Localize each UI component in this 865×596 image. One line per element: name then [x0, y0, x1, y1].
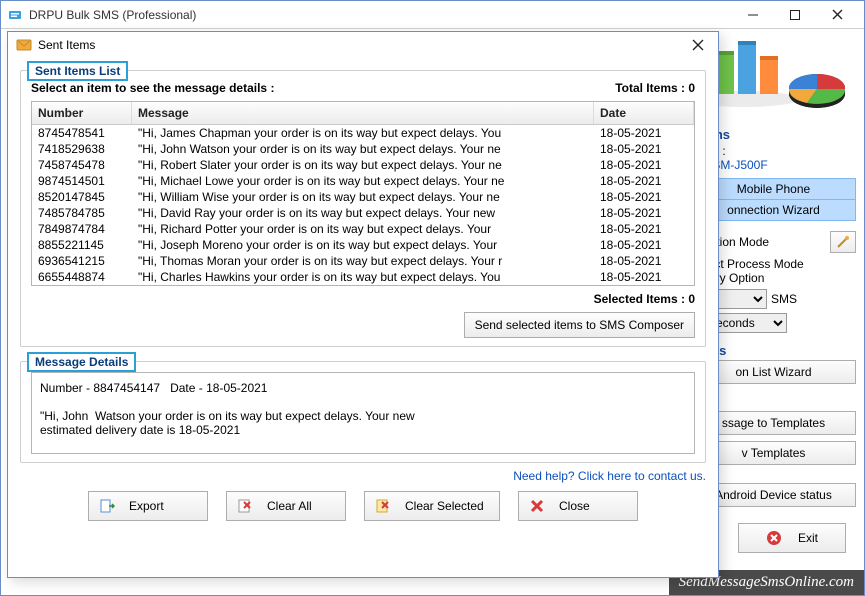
- cell-date: 18-05-2021: [594, 173, 694, 189]
- cell-number: 8745478541: [32, 125, 132, 141]
- selected-items-label: Selected Items : 0: [31, 292, 695, 306]
- cell-number: 7485784785: [32, 205, 132, 221]
- close-icon: [529, 498, 545, 514]
- table-header: Number Message Date: [32, 102, 694, 125]
- export-label: Export: [129, 499, 164, 513]
- send-to-composer-button[interactable]: Send selected items to SMS Composer: [464, 312, 695, 338]
- table-row[interactable]: 7849874784"Hi, Richard Potter your order…: [32, 221, 694, 237]
- clear-selected-icon: [375, 498, 391, 514]
- main-title-text: DRPU Bulk SMS (Professional): [29, 8, 196, 22]
- cell-message: "Hi, James Chapman your order is on its …: [132, 125, 594, 141]
- cell-message: "Hi, David Ray your order is on its way …: [132, 205, 594, 221]
- clear-all-button[interactable]: Clear All: [226, 491, 346, 521]
- close-button[interactable]: Close: [518, 491, 638, 521]
- clear-all-icon: [237, 498, 253, 514]
- message-details-legend: Message Details: [27, 352, 136, 372]
- cell-date: 18-05-2021: [594, 125, 694, 141]
- cell-date: 18-05-2021: [594, 237, 694, 253]
- cell-date: 18-05-2021: [594, 205, 694, 221]
- cell-message: "Hi, Joseph Moreno your order is on its …: [132, 237, 594, 253]
- cell-date: 18-05-2021: [594, 157, 694, 173]
- cell-date: 18-05-2021: [594, 269, 694, 285]
- cell-message: "Hi, John Watson your order is on its wa…: [132, 141, 594, 157]
- dialog-title-text: Sent Items: [38, 38, 95, 52]
- message-details-text: Number - 8847454147 Date - 18-05-2021 "H…: [31, 372, 695, 454]
- sent-items-list-group: Sent Items List Select an item to see th…: [20, 70, 706, 347]
- cell-message: "Hi, Robert Slater your order is on its …: [132, 157, 594, 173]
- maximize-button[interactable]: [774, 2, 816, 28]
- clear-all-label: Clear All: [267, 499, 312, 513]
- cell-number: 7418529638: [32, 141, 132, 157]
- cell-number: 9874514501: [32, 173, 132, 189]
- table-row[interactable]: 8855221145"Hi, Joseph Moreno your order …: [32, 237, 694, 253]
- cell-number: 6655448874: [32, 269, 132, 285]
- cell-message: "Hi, Richard Potter your order is on its…: [132, 221, 594, 237]
- export-icon: [99, 498, 115, 514]
- table-row[interactable]: 9874514501"Hi, Michael Lowe your order i…: [32, 173, 694, 189]
- dialog-icon: [16, 37, 32, 53]
- cell-message: "Hi, William Wise your order is on its w…: [132, 189, 594, 205]
- app-icon: [7, 7, 23, 23]
- col-number-header[interactable]: Number: [32, 102, 132, 124]
- cell-number: 8520147845: [32, 189, 132, 205]
- export-button[interactable]: Export: [88, 491, 208, 521]
- table-row[interactable]: 7418529638"Hi, John Watson your order is…: [32, 141, 694, 157]
- help-link[interactable]: Need help? Click here to contact us.: [20, 469, 706, 483]
- select-prompt: Select an item to see the message detail…: [31, 81, 274, 95]
- table-row[interactable]: 7485784785"Hi, David Ray your order is o…: [32, 205, 694, 221]
- close-main-button[interactable]: [816, 2, 858, 28]
- close-label: Close: [559, 499, 590, 513]
- cell-date: 18-05-2021: [594, 221, 694, 237]
- table-row[interactable]: 6936541215"Hi, Thomas Moran your order i…: [32, 253, 694, 269]
- main-window: DRPU Bulk SMS (Professional) ptions evi: [0, 0, 865, 596]
- cell-date: 18-05-2021: [594, 189, 694, 205]
- table-row[interactable]: 8745478541"Hi, James Chapman your order …: [32, 125, 694, 141]
- col-message-header[interactable]: Message: [132, 102, 594, 124]
- cell-message: "Hi, Charles Hawkins your order is on it…: [132, 269, 594, 285]
- cell-number: 7849874784: [32, 221, 132, 237]
- sent-items-list-legend: Sent Items List: [27, 61, 128, 81]
- cell-date: 18-05-2021: [594, 253, 694, 269]
- cell-message: "Hi, Michael Lowe your order is on its w…: [132, 173, 594, 189]
- cell-message: "Hi, Thomas Moran your order is on its w…: [132, 253, 594, 269]
- cell-number: 8855221145: [32, 237, 132, 253]
- clear-selected-label: Clear Selected: [405, 499, 484, 513]
- sent-items-dialog: Sent Items Sent Items List Select an ite…: [7, 31, 719, 578]
- message-details-group: Message Details Number - 8847454147 Date…: [20, 361, 706, 463]
- dialog-close-button[interactable]: [686, 39, 710, 51]
- cell-date: 18-05-2021: [594, 141, 694, 157]
- exit-label: Exit: [798, 531, 818, 545]
- total-items-label: Total Items : 0: [615, 81, 695, 95]
- execution-mode-icon-button[interactable]: [830, 231, 856, 253]
- col-date-header[interactable]: Date: [594, 102, 694, 124]
- cell-number: 7458745478: [32, 157, 132, 173]
- clear-selected-button[interactable]: Clear Selected: [364, 491, 500, 521]
- table-row[interactable]: 7458745478"Hi, Robert Slater your order …: [32, 157, 694, 173]
- table-row[interactable]: 6655448874"Hi, Charles Hawkins your orde…: [32, 269, 694, 285]
- main-title-bar: DRPU Bulk SMS (Professional): [1, 1, 864, 29]
- exit-button[interactable]: Exit: [738, 523, 846, 553]
- dialog-title-bar: Sent Items: [8, 32, 718, 58]
- table-row[interactable]: 8520147845"Hi, William Wise your order i…: [32, 189, 694, 205]
- wand-icon: [835, 234, 851, 250]
- exit-icon: [766, 530, 782, 546]
- sms-label: SMS: [771, 292, 797, 306]
- cell-number: 6936541215: [32, 253, 132, 269]
- dialog-button-bar: Export Clear All Clear Selected Close: [20, 491, 706, 521]
- sent-items-table: Number Message Date 8745478541"Hi, James…: [31, 101, 695, 286]
- minimize-button[interactable]: [732, 2, 774, 28]
